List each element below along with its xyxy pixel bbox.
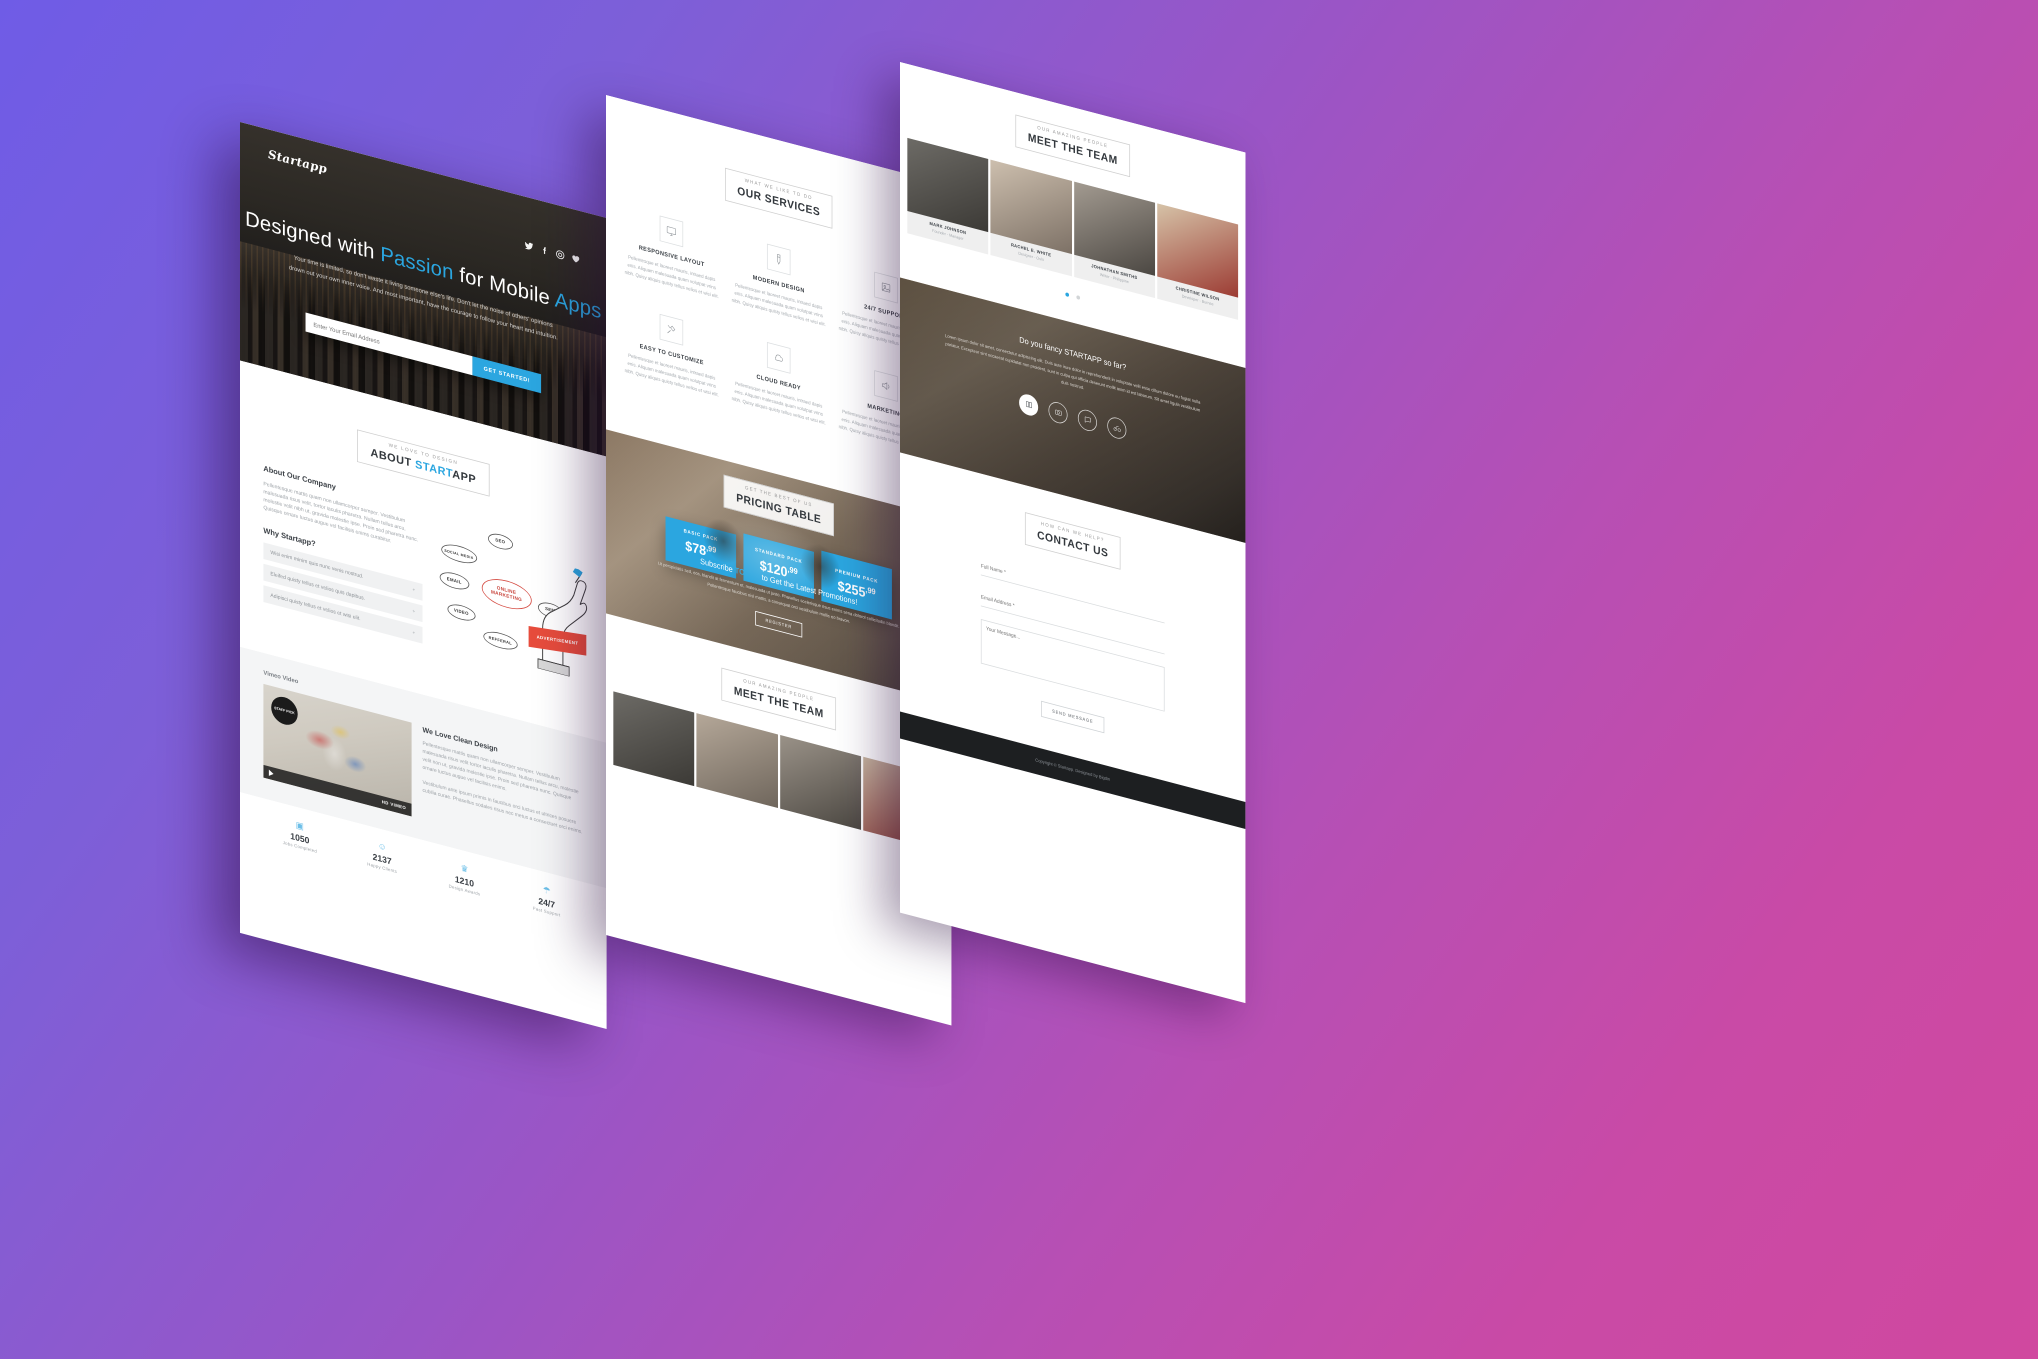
social-links [524, 240, 581, 263]
team-card[interactable] [613, 691, 695, 787]
pricing-card-basic[interactable]: BASIC PACK $78,99 [665, 516, 737, 579]
plus-icon: + [412, 609, 416, 615]
team-member-card[interactable]: JOHNATHAN SMITHS Writer - Philippine [1073, 181, 1155, 299]
team-heading-box: OUR AMAZING PEOPLE MEET THE TEAM [721, 667, 837, 731]
tools-icon [659, 313, 684, 346]
play-icon[interactable] [268, 769, 274, 778]
services-column-middle: MODERN DESIGN Pellentesque et laoreet ma… [731, 234, 827, 455]
team-member-card[interactable]: RACHEL E. WHITE Designer - Oslo [990, 159, 1072, 277]
stat-item: ☺ 2137 Happy Clients [343, 832, 422, 882]
dribbble-icon[interactable] [572, 252, 581, 263]
team-photo [779, 735, 861, 830]
plan-price: $120,99 [748, 555, 810, 587]
team-member-card[interactable]: CHRISTINE WILSON Developer - Burnas [1157, 203, 1239, 320]
book-icon[interactable] [1019, 391, 1039, 418]
team-heading-box: OUR AMAZING PEOPLE MEET THE TEAM [1015, 114, 1131, 178]
plan-price-cents: ,99 [706, 544, 717, 556]
hero-heading-accent2: Apps [554, 287, 602, 324]
service-text: Pellentesque et laoreet mauris, intraed … [731, 381, 826, 427]
mindmap-node-seo: SEO [487, 531, 513, 553]
stat-item: ♛ 1210 Design Awards [425, 853, 504, 903]
register-button[interactable]: REGISTER [755, 610, 803, 638]
team-photo [696, 713, 778, 809]
cloud-icon [766, 341, 791, 374]
services-heading-box: WHAT WE LIKE TO DO OUR SERVICES [724, 167, 833, 229]
plan-price: $78,99 [670, 534, 732, 566]
team-member-card[interactable]: MARK JOHNSON Founder - Manager [907, 137, 989, 255]
pricing-heading-box: GET THE BEST OF US PRICING TABLE [723, 474, 834, 537]
panel-landing-page: Startapp Designed with Passion for Mobil… [240, 122, 607, 1029]
instagram-icon[interactable] [556, 248, 565, 260]
carousel-dot-active[interactable] [1065, 292, 1069, 298]
service-text: Pellentesque et laoreet mauris, intraed … [624, 353, 719, 399]
service-text: Pellentesque et laoreet mauris, intraed … [624, 255, 719, 301]
plan-name: STANDARD PACK [755, 547, 803, 565]
twitter-icon[interactable] [524, 240, 534, 251]
send-message-button[interactable]: SEND MESSAGE [1041, 700, 1105, 734]
plan-price-main: $120 [759, 557, 788, 581]
service-item: EASY TO CUSTOMIZE Pellentesque et laoree… [624, 304, 720, 400]
contact-heading-box: HOW CAN WE HELP? CONTACT US [1024, 512, 1121, 570]
mindmap-node-video: VIDEO [447, 601, 476, 624]
services-column-left: RESPONSIVE LAYOUT Pellentesque et laoree… [624, 206, 720, 427]
mindmap-node-center: ONLINE MARKETING [481, 574, 532, 615]
accordion: Wisi enim minim quis nunc venis nostrud.… [263, 542, 423, 644]
mindmap-node-social-media: SOCIAL MEDIA [441, 541, 477, 567]
service-item: RESPONSIVE LAYOUT Pellentesque et laoree… [624, 206, 720, 302]
subscribe-post: to Get the Latest Promotions! [759, 573, 858, 608]
team-photo [613, 691, 695, 787]
stat-item: ☂ 24/7 Fast Support [507, 875, 586, 925]
image-icon [873, 271, 898, 304]
contact-form: SEND MESSAGE [980, 557, 1165, 749]
pricing-card-standard[interactable]: STANDARD PACK $120,99 [743, 533, 815, 600]
subscribe-accent: TODAY [734, 566, 760, 583]
hand-illustration [537, 567, 588, 677]
plan-name: BASIC PACK [683, 529, 719, 543]
team-card[interactable] [696, 713, 778, 809]
about-heading-box: WE LOVE TO DESIGN ABOUT STARTAPP [357, 429, 490, 497]
chat-icon[interactable] [1077, 407, 1097, 433]
camera-icon[interactable] [1048, 399, 1068, 426]
plan-price: $255,99 [826, 575, 888, 607]
mindmap-node-email: EMAIL [439, 569, 470, 593]
subscribe-pre: Subscribe [700, 557, 735, 576]
monitor-icon [659, 215, 684, 248]
bike-icon[interactable] [1107, 414, 1127, 441]
plan-price-main: $78 [685, 538, 707, 559]
pricing-eyebrow: GET THE BEST OF US [744, 485, 813, 509]
service-item: MODERN DESIGN Pellentesque et laoreet ma… [731, 234, 827, 330]
mindmap-node-refferal: REFFERAL [483, 628, 518, 653]
plus-icon: + [412, 630, 416, 636]
services-grid: RESPONSIVE LAYOUT Pellentesque et laoree… [624, 206, 934, 483]
plan-name: PREMIUM PACK [835, 568, 879, 585]
plus-icon: + [412, 587, 416, 594]
service-item: CLOUD READY Pellentesque et laoreet maur… [731, 332, 827, 428]
pen-icon [766, 243, 791, 276]
plan-price-cents: ,99 [865, 585, 876, 598]
stat-item: ▣ 1050 Jobs Completed [260, 810, 339, 860]
panel-team-contact: OUR AMAZING PEOPLE MEET THE TEAM MARK JO… [900, 62, 1246, 1004]
plan-price-cents: ,99 [787, 565, 798, 577]
site-logo[interactable]: Startapp [268, 147, 327, 177]
team-card[interactable] [779, 735, 861, 830]
pricing-card-premium[interactable]: PREMIUM PACK $255,99 [821, 550, 892, 620]
carousel-dot[interactable] [1076, 295, 1081, 301]
vimeo-brand-label: HD VIMEO [381, 799, 407, 812]
pricing-title: PRICING TABLE [736, 490, 822, 526]
service-text: Pellentesque et laoreet mauris, intraed … [731, 283, 826, 329]
plan-price-main: $255 [837, 578, 866, 601]
speaker-icon [873, 369, 898, 402]
facebook-icon[interactable] [540, 244, 549, 255]
